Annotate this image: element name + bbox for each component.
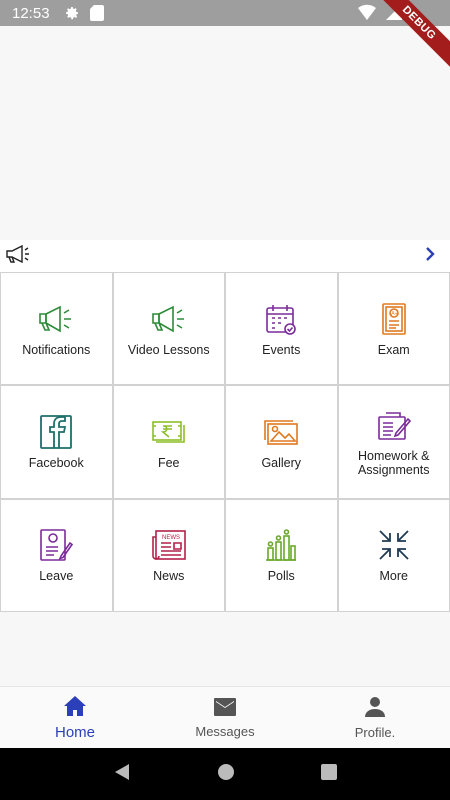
- system-navigation-bar: [0, 748, 450, 800]
- collapse-arrows-icon: [378, 527, 410, 563]
- facebook-icon: [40, 414, 73, 450]
- announcement-bar[interactable]: [0, 240, 450, 272]
- leave-form-icon: [39, 527, 74, 563]
- home-circle-icon[interactable]: [217, 763, 235, 786]
- tile-notifications[interactable]: Notifications: [1, 273, 112, 385]
- tile-news[interactable]: NEWS News: [113, 499, 224, 611]
- tile-events[interactable]: Events: [226, 273, 337, 385]
- nav-label: Profile.: [354, 724, 396, 740]
- tile-video-lessons[interactable]: Video Lessons: [113, 273, 224, 385]
- tile-label: News: [153, 569, 185, 584]
- megaphone-icon: [38, 301, 74, 337]
- nav-label: Home: [54, 723, 95, 741]
- tile-gallery[interactable]: Gallery: [226, 386, 337, 498]
- tile-polls[interactable]: Polls: [226, 499, 337, 611]
- mail-icon: [213, 697, 237, 722]
- tile-more[interactable]: More: [338, 499, 449, 611]
- tile-label: Events: [262, 342, 301, 357]
- bottom-navigation: Home Messages Profile.: [0, 686, 450, 748]
- gallery-icon: [263, 414, 299, 450]
- status-time: 12:53: [12, 4, 50, 22]
- poll-bars-icon: [264, 527, 298, 563]
- nav-label: Messages: [195, 723, 255, 739]
- homework-icon: [376, 407, 412, 443]
- tile-exam[interactable]: A+ Exam: [338, 273, 449, 385]
- sd-card-icon: [89, 5, 104, 21]
- recents-square-icon[interactable]: [321, 763, 337, 785]
- tile-label: Leave: [39, 569, 74, 584]
- tile-label: Video Lessons: [127, 342, 210, 357]
- wifi-icon: [358, 4, 376, 24]
- home-icon: [63, 695, 87, 722]
- exam-sheet-icon: A+: [380, 301, 408, 337]
- tile-label: Facebook: [28, 455, 84, 470]
- tile-leave[interactable]: Leave: [1, 499, 112, 611]
- tile-label: Fee: [157, 455, 180, 470]
- tile-fee[interactable]: Fee: [113, 386, 224, 498]
- tile-facebook[interactable]: Facebook: [1, 386, 112, 498]
- back-icon[interactable]: [113, 763, 131, 786]
- settings-icon: [64, 5, 80, 21]
- nav-item-profile[interactable]: Profile.: [300, 687, 450, 748]
- tile-label: More: [379, 569, 408, 584]
- megaphone-icon: [151, 301, 187, 337]
- nav-item-messages[interactable]: Messages: [150, 687, 300, 748]
- chevron-right-icon[interactable]: [424, 246, 436, 267]
- nav-item-home[interactable]: Home: [0, 687, 150, 748]
- tile-label: Exam: [377, 342, 410, 357]
- status-bar: 12:53: [0, 0, 450, 26]
- svg-text:A+: A+: [391, 311, 397, 317]
- calendar-icon: [265, 301, 297, 337]
- tile-label: Homework & Assignments: [357, 448, 430, 477]
- newspaper-icon: NEWS: [151, 527, 187, 563]
- person-icon: [364, 696, 386, 723]
- banner-area: [0, 26, 450, 240]
- rupee-cash-icon: [151, 414, 187, 450]
- svg-text:NEWS: NEWS: [162, 535, 180, 541]
- tile-homework-assignments[interactable]: Homework & Assignments: [338, 386, 449, 498]
- tile-label: Polls: [267, 569, 295, 584]
- megaphone-icon: [5, 244, 31, 269]
- tile-label: Notifications: [22, 342, 91, 357]
- feature-grid: Notifications Video Lessons Events A+ Ex…: [0, 272, 450, 612]
- tile-label: Gallery: [261, 455, 302, 470]
